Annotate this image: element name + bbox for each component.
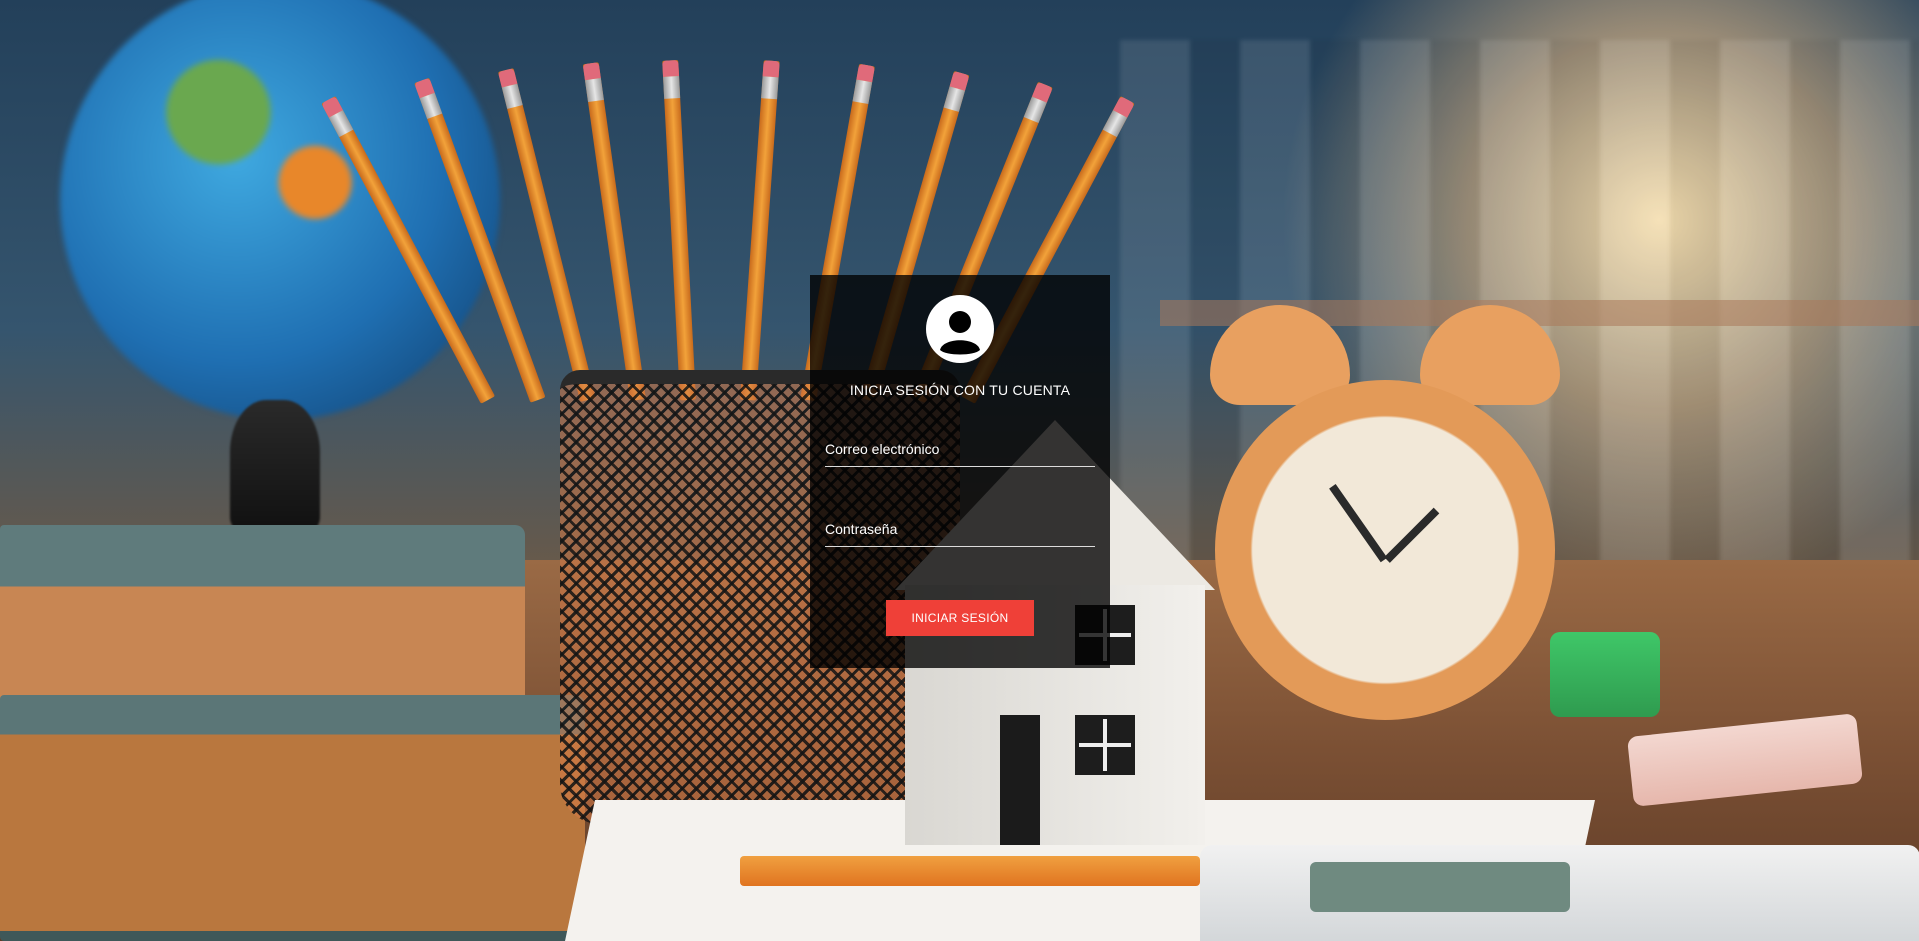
pencil-image (662, 60, 696, 401)
orange-pencil-image (740, 856, 1200, 886)
login-button[interactable]: INICIAR SESIÓN (886, 600, 1034, 636)
calculator-screen-image (1310, 862, 1570, 912)
login-page: INICIA SESIÓN CON TU CUENTA INICIAR SESI… (0, 0, 1919, 941)
house-door (1000, 715, 1040, 845)
globe-image (60, 0, 500, 420)
login-card: INICIA SESIÓN CON TU CUENTA INICIAR SESI… (810, 275, 1110, 668)
user-circle-icon (926, 295, 994, 363)
email-field-container (825, 432, 1095, 467)
login-title: INICIA SESIÓN CON TU CUENTA (849, 382, 1071, 398)
password-field-container (825, 512, 1095, 547)
alarm-clock-image (1215, 380, 1555, 720)
pencil-image (740, 60, 780, 401)
house-window (1075, 715, 1135, 775)
globe-stand-image (230, 400, 320, 530)
email-field[interactable] (825, 432, 1095, 466)
book-image (0, 695, 585, 941)
password-field[interactable] (825, 512, 1095, 546)
pencil-image (582, 62, 646, 402)
green-block-image (1550, 632, 1660, 717)
